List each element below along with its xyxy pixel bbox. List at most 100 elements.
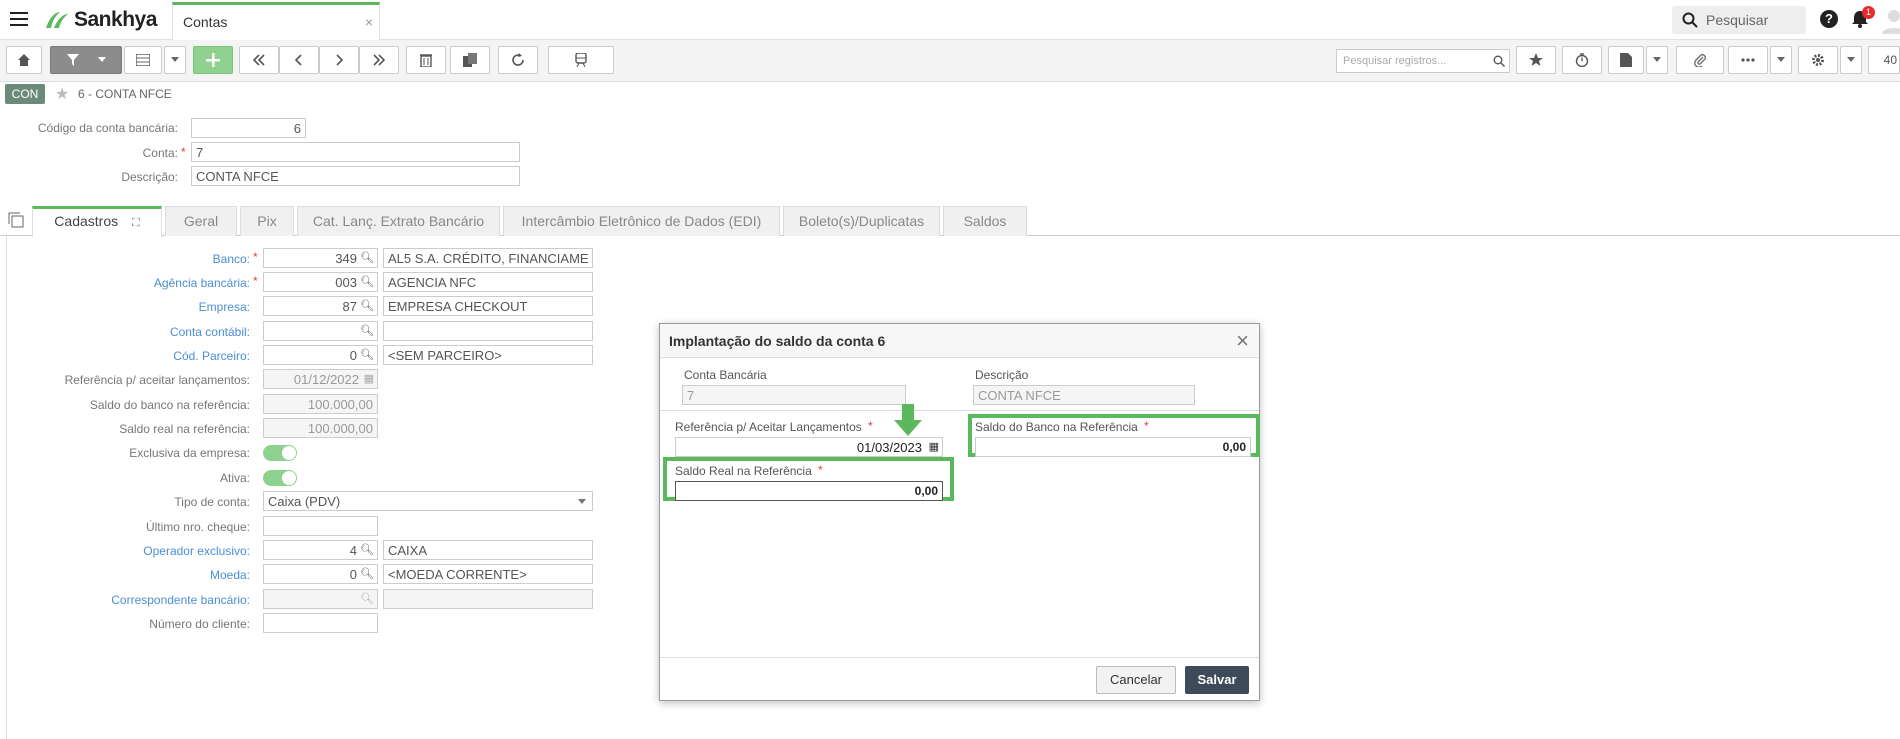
tab-geral[interactable]: Geral <box>165 206 237 236</box>
favorite-button[interactable] <box>1516 46 1556 74</box>
operador-code-field[interactable]: 4 🔍︎ <box>263 540 378 560</box>
tab-saldos[interactable]: Saldos <box>943 206 1027 236</box>
moeda-label: Moeda: <box>209 568 250 582</box>
report-icon <box>1620 53 1632 67</box>
search-icon[interactable]: 🔍︎ <box>360 299 374 312</box>
modal-referencia-label: Referência p/ Aceitar Lançamentos <box>675 420 862 434</box>
more-dropdown-button[interactable] <box>1770 46 1792 74</box>
tab-pix[interactable]: Pix <box>240 206 294 236</box>
train-button[interactable] <box>548 46 614 74</box>
calendar-icon[interactable]: ▦ <box>929 440 939 453</box>
save-button[interactable]: Salvar <box>1185 666 1249 694</box>
attach-button[interactable] <box>1676 46 1724 74</box>
filter-button[interactable] <box>50 46 122 74</box>
help-icon[interactable]: ? <box>1820 10 1838 28</box>
ativa-toggle[interactable] <box>263 470 297 486</box>
delete-button[interactable] <box>406 46 446 74</box>
conta-field[interactable]: 7 <box>191 142 520 162</box>
last-record-button[interactable] <box>359 46 399 74</box>
grid-dropdown-button[interactable] <box>164 46 186 74</box>
settings-button[interactable] <box>1798 46 1838 74</box>
empresa-code: 87 <box>342 299 357 314</box>
gear-icon <box>1812 54 1824 66</box>
ultimo-cheque-field[interactable] <box>263 516 378 536</box>
home-button[interactable] <box>6 46 42 74</box>
search-icon[interactable]: 🔍︎ <box>360 348 374 361</box>
required-marker: * <box>253 250 258 264</box>
banco-name-field: AL5 S.A. CRÉDITO, FINANCIAME <box>383 248 593 268</box>
chevron-down-icon <box>1777 57 1785 62</box>
modal-divider <box>660 410 1259 411</box>
conta-label: Conta: <box>142 146 178 160</box>
home-icon <box>18 54 30 66</box>
arrow-down-icon <box>894 404 922 436</box>
tab-cadastros[interactable]: Cadastros ⛶ <box>32 206 162 237</box>
numero-cliente-field[interactable] <box>263 613 378 633</box>
operador-label: Operador exclusivo: <box>143 544 250 558</box>
banco-code: 349 <box>335 251 357 266</box>
modal-saldo-banco-field[interactable]: 0,00 <box>975 437 1251 457</box>
tab-bar: Cadastros ⛶ Geral Pix Cat. Lanç. Extrato… <box>0 206 1900 237</box>
tab-contas[interactable]: Contas × <box>172 2 380 40</box>
close-icon[interactable]: × <box>1236 328 1249 354</box>
expand-icon[interactable]: ⛶ <box>132 217 140 229</box>
search-icon[interactable]: 🔍︎ <box>360 275 374 288</box>
add-button[interactable] <box>193 46 233 74</box>
tipo-select[interactable]: Caixa (PDV) <box>263 491 593 511</box>
timer-button[interactable] <box>1562 46 1602 74</box>
modal-referencia-field[interactable]: 01/03/2023 ▦ <box>675 437 943 457</box>
page-size-select[interactable]: 40 <box>1868 46 1900 74</box>
more-button[interactable] <box>1728 46 1768 74</box>
required-marker: * <box>181 145 186 159</box>
modal-saldo-real-field[interactable]: 0,00 <box>675 481 943 501</box>
empresa-code-field[interactable]: 87 🔍︎ <box>263 296 378 316</box>
grid-view-button[interactable] <box>124 46 162 74</box>
report-dropdown-button[interactable] <box>1646 46 1668 74</box>
search-icon[interactable]: 🔍︎ <box>360 543 374 556</box>
report-button[interactable] <box>1608 46 1644 74</box>
close-icon[interactable]: × <box>365 14 373 30</box>
prev-record-button[interactable] <box>279 46 319 74</box>
moeda-name-field: <MOEDA CORRENTE> <box>383 564 593 584</box>
conta-contabil-field[interactable]: 🔍︎ <box>263 321 378 341</box>
settings-dropdown-button[interactable] <box>1840 46 1862 74</box>
tab-cat-lanc[interactable]: Cat. Lanç. Extrato Bancário <box>297 206 500 236</box>
agencia-name-field: AGENCIA NFC <box>383 272 593 292</box>
saldo-real-label: Saldo real na referência: <box>119 422 250 436</box>
search-icon[interactable]: 🔍︎ <box>360 324 374 337</box>
global-search[interactable]: Pesquisar <box>1672 6 1806 34</box>
chevron-down-icon <box>98 57 106 62</box>
record-search-input[interactable]: Pesquisar registros... <box>1336 49 1510 73</box>
modal-referencia-value: 01/03/2023 <box>856 440 922 455</box>
search-icon <box>1493 55 1505 67</box>
search-icon[interactable]: 🔍︎ <box>360 567 374 580</box>
exclusiva-label: Exclusiva da empresa: <box>129 446 250 460</box>
chevron-down-icon <box>1653 57 1661 62</box>
conta-bancaria-label: Conta Bancária <box>684 368 767 382</box>
descricao-field[interactable]: CONTA NFCE <box>191 166 520 186</box>
brand-logo[interactable]: Sankhya <box>42 8 157 32</box>
refresh-button[interactable] <box>498 46 538 74</box>
trash-icon <box>420 54 432 67</box>
tab-boletos[interactable]: Boleto(s)/Duplicatas <box>783 206 940 236</box>
record-title: 6 - CONTA NFCE <box>78 87 172 101</box>
moeda-code-field[interactable]: 0 🔍︎ <box>263 564 378 584</box>
user-icon[interactable] <box>1880 8 1900 34</box>
first-record-button[interactable] <box>239 46 279 74</box>
timer-icon <box>1575 53 1589 67</box>
empresa-label: Empresa: <box>198 300 250 314</box>
star-icon[interactable]: ★ <box>55 84 69 104</box>
parceiro-code-field[interactable]: 0 🔍︎ <box>263 345 378 365</box>
duplicate-button[interactable] <box>450 46 490 74</box>
next-record-button[interactable] <box>319 46 359 74</box>
agencia-code-field[interactable]: 003 🔍︎ <box>263 272 378 292</box>
cancel-button[interactable]: Cancelar <box>1096 666 1176 694</box>
menu-icon[interactable] <box>10 12 28 28</box>
search-icon[interactable]: 🔍︎ <box>360 251 374 264</box>
required-marker: * <box>1144 419 1149 433</box>
tab-edi[interactable]: Intercâmbio Eletrônico de Dados (EDI) <box>503 206 780 236</box>
modal-header: Implantação do saldo da conta 6 × <box>660 324 1259 358</box>
codigo-field[interactable]: 6 <box>191 118 306 138</box>
exclusiva-toggle[interactable] <box>263 445 297 461</box>
banco-code-field[interactable]: 349 🔍︎ <box>263 248 378 268</box>
